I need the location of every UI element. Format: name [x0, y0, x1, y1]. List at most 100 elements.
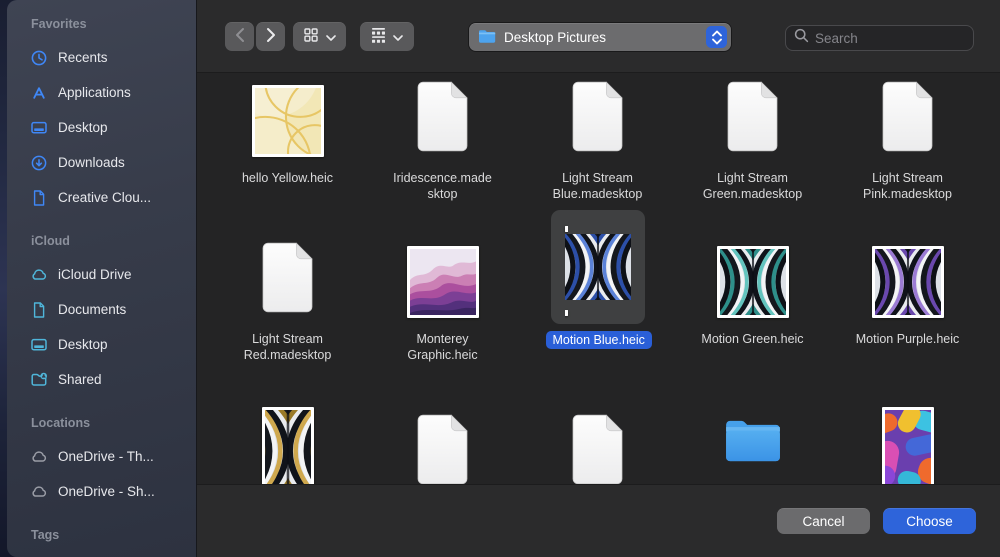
clock-icon — [30, 49, 48, 67]
sidebar-item-label: Shared — [58, 372, 102, 387]
sidebar-section-icloud: iCloud iCloud Drive Documents Desktop Shared — [7, 233, 196, 397]
file-name-label: Motion Purple.heic — [856, 331, 960, 347]
sidebar: Favorites Recents Applications Desktop Downl… — [7, 0, 197, 557]
sidebar-item-label: Recents — [58, 50, 108, 65]
file-name-label: Light Stream Green.madesktop — [701, 170, 805, 202]
file-light-stream-pink-madesktop[interactable]: Light Stream Pink.madesktop — [830, 79, 985, 202]
desktop-icon — [30, 119, 48, 137]
sidebar-item-icloud-drive[interactable]: iCloud Drive — [7, 257, 196, 292]
file-light-stream-green-madesktop[interactable]: Light Stream Green.madesktop — [675, 79, 830, 202]
file-motion-green-heic[interactable]: Motion Green.heic — [675, 240, 830, 347]
dialog-footer: Cancel Choose — [197, 484, 1000, 557]
sidebar-item-recents[interactable]: Recents — [7, 40, 196, 75]
sidebar-item-desktop[interactable]: Desktop — [7, 327, 196, 362]
image-thumbnail — [882, 407, 934, 484]
selected-file-name-pill: Motion Blue.heic — [546, 331, 652, 349]
file-item-11[interactable] — [210, 389, 365, 484]
document-icon — [726, 81, 779, 157]
file-iridescence-madesktop[interactable]: Iridescence.madesktop — [365, 79, 520, 202]
file-monterey-graphic-heic[interactable]: Monterey Graphic.heic — [365, 240, 520, 363]
file-name-label: Light Stream Red.madesktop — [236, 331, 340, 363]
file-motion-blue-heic[interactable]: Motion Blue.heic — [520, 240, 675, 349]
file-picker-dialog: Favorites Recents Applications Desktop Downl… — [7, 0, 1000, 557]
sidebar-item-label: Downloads — [58, 155, 125, 170]
sidebar-item-downloads[interactable]: Downloads — [7, 145, 196, 180]
sidebar-item-applications[interactable]: Applications — [7, 75, 196, 110]
back-button[interactable] — [225, 22, 254, 51]
file-light-stream-red-madesktop[interactable]: Light Stream Red.madesktop — [210, 240, 365, 363]
file-name-label: Iridescence.madesktop — [391, 170, 495, 202]
file-light-stream-blue-madesktop[interactable]: Light Stream Blue.madesktop — [520, 79, 675, 202]
file-motion-purple-heic[interactable]: Motion Purple.heic — [830, 240, 985, 347]
sidebar-item-label: OneDrive - Sh... — [58, 484, 155, 499]
shared-folder-icon — [30, 371, 48, 389]
document-icon — [30, 301, 48, 319]
folder-icon — [478, 29, 496, 46]
sidebar-item-label: Documents — [58, 302, 126, 317]
image-thumbnail — [252, 85, 324, 157]
image-thumbnail — [717, 246, 789, 318]
cancel-button[interactable]: Cancel — [777, 508, 870, 534]
sidebar-item-label: Desktop — [58, 337, 108, 352]
chevron-right-icon — [266, 27, 276, 46]
chevron-down-icon — [326, 29, 336, 44]
appstore-icon — [30, 84, 48, 102]
choose-button[interactable]: Choose — [883, 508, 976, 534]
sidebar-item-label: OneDrive - Th... — [58, 449, 154, 464]
sidebar-item-documents[interactable]: Documents — [7, 292, 196, 327]
file-name-label: Motion Green.heic — [701, 331, 803, 347]
sidebar-item-creative-clou[interactable]: Creative Clou... — [7, 180, 196, 215]
file-grid: hello Yellow.heic Iridescence.madesktop … — [197, 73, 1000, 484]
sidebar-item-untitled[interactable] — [7, 551, 196, 557]
main-panel: Desktop Pictures hello Yellow.heic — [197, 0, 1000, 557]
document-icon — [571, 81, 624, 157]
image-thumbnail — [407, 246, 479, 318]
location-dropdown[interactable]: Desktop Pictures — [469, 23, 731, 51]
cloud-icon — [30, 448, 48, 466]
forward-button[interactable] — [256, 22, 285, 51]
sidebar-section-title: Locations — [7, 415, 196, 431]
sidebar-item-shared[interactable]: Shared — [7, 362, 196, 397]
dropdown-stepper-icon — [706, 26, 727, 48]
sidebar-section-title: Favorites — [7, 16, 196, 32]
cloud-icon — [30, 483, 48, 501]
file-item-13[interactable] — [520, 389, 675, 484]
download-icon — [30, 154, 48, 172]
sidebar-section-locations: Locations OneDrive - Th... OneDrive - Sh..… — [7, 415, 196, 509]
location-dropdown-label: Desktop Pictures — [504, 30, 706, 45]
folder-icon — [724, 417, 782, 470]
file-item-14[interactable] — [675, 389, 830, 483]
desktop-icon — [30, 336, 48, 354]
sidebar-section-tags: Tags — [7, 527, 196, 557]
search-field[interactable] — [785, 25, 974, 51]
sidebar-section-favorites: Favorites Recents Applications Desktop Downl… — [7, 16, 196, 215]
sidebar-item-label: Applications — [58, 85, 131, 100]
sidebar-item-desktop[interactable]: Desktop — [7, 110, 196, 145]
sidebar-section-title: iCloud — [7, 233, 196, 249]
selected-thumbnail-highlight — [551, 210, 645, 324]
file-name-label: Light Stream Blue.madesktop — [546, 170, 650, 202]
chevron-left-icon — [235, 27, 245, 46]
file-name-label: Motion Blue.heic — [546, 331, 650, 349]
document-icon — [30, 189, 48, 207]
sidebar-section-title: Tags — [7, 527, 196, 543]
grid-view-icon — [304, 28, 318, 45]
document-icon — [416, 81, 469, 157]
cloud-icon — [30, 266, 48, 284]
sidebar-item-onedrive-sh[interactable]: OneDrive - Sh... — [7, 474, 196, 509]
search-input[interactable] — [815, 31, 965, 46]
icon-view-button[interactable] — [293, 22, 346, 51]
file-item-12[interactable] — [365, 389, 520, 484]
group-view-button[interactable] — [360, 22, 414, 51]
document-icon — [881, 81, 934, 157]
sidebar-item-label: iCloud Drive — [58, 267, 132, 282]
search-icon — [794, 28, 809, 48]
file-name-label: Monterey Graphic.heic — [391, 331, 495, 363]
file-hello-yellow-heic[interactable]: hello Yellow.heic — [210, 79, 365, 186]
sidebar-item-onedrive-th[interactable]: OneDrive - Th... — [7, 439, 196, 474]
sidebar-item-label: Creative Clou... — [58, 190, 151, 205]
chevron-down-icon — [393, 29, 403, 44]
image-thumbnail — [872, 246, 944, 318]
file-item-15[interactable] — [830, 389, 985, 484]
file-name-label: hello Yellow.heic — [242, 170, 333, 186]
